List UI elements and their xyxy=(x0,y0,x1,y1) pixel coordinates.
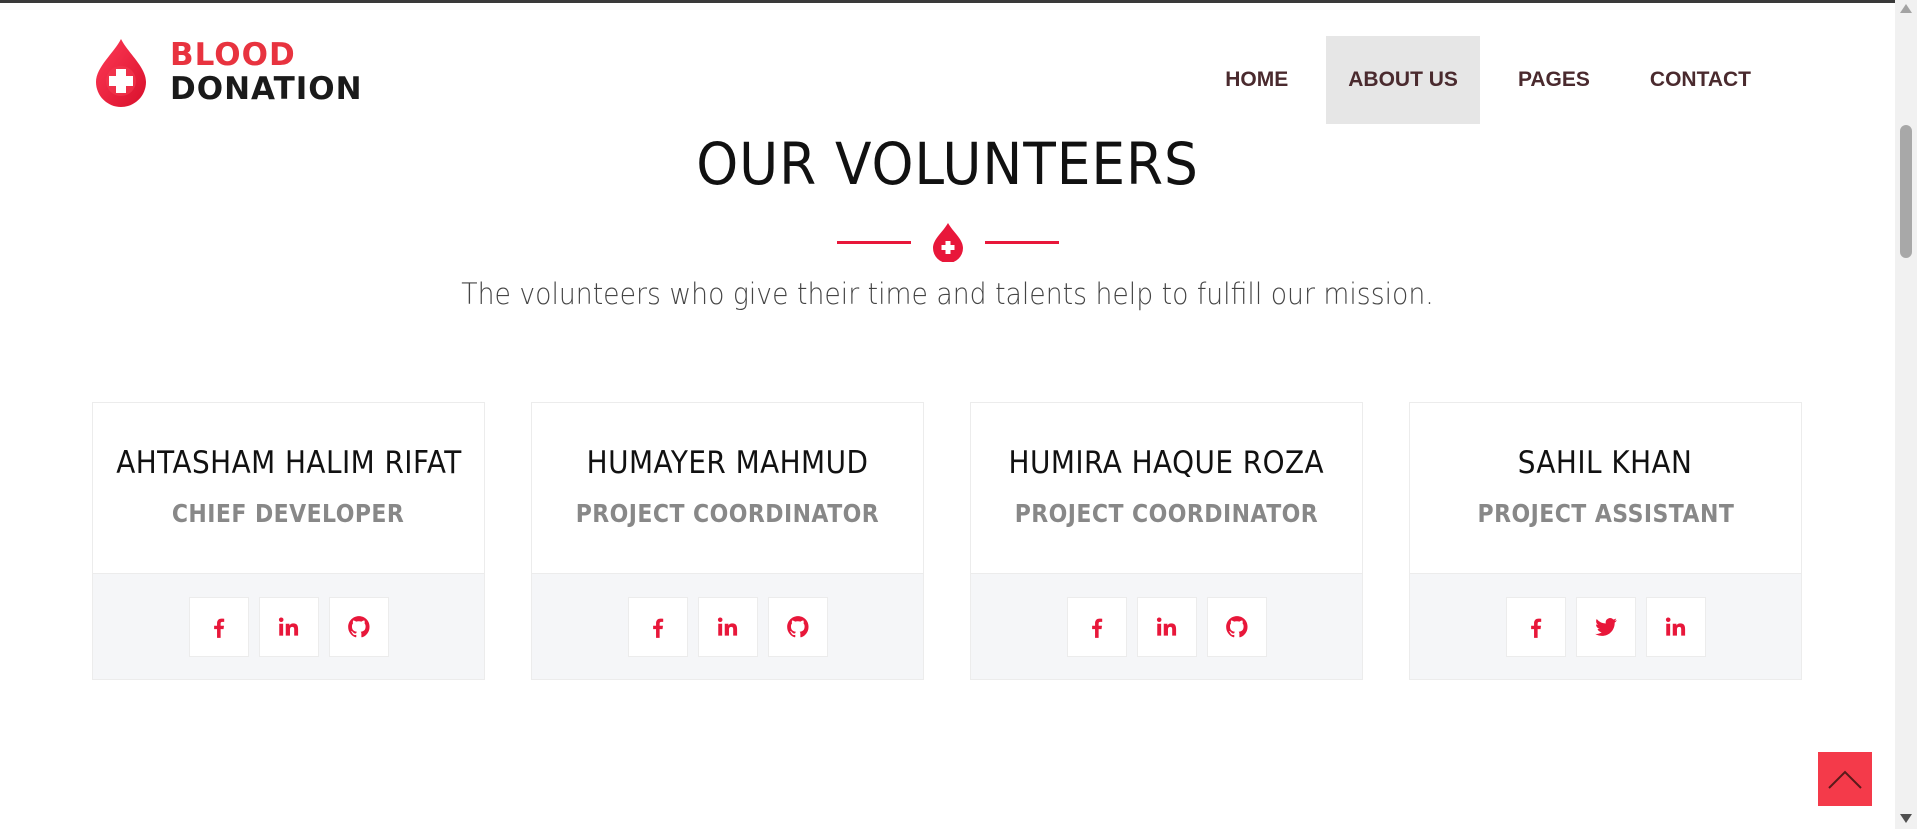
volunteer-card-info: SAHIL KHAN PROJECT ASSISTANT xyxy=(1410,403,1801,573)
linkedin-link[interactable] xyxy=(1645,596,1706,657)
linkedin-icon xyxy=(1665,616,1685,636)
volunteer-social-links xyxy=(1410,573,1801,679)
section-subtitle: The volunteers who give their time and t… xyxy=(461,277,1434,311)
twitter-link[interactable] xyxy=(1575,596,1636,657)
logo-line-2: DONATION xyxy=(170,71,363,107)
linkedin-icon xyxy=(1156,616,1176,636)
linkedin-link[interactable] xyxy=(1136,596,1197,657)
volunteer-card-info: HUMAYER MAHMUD PROJECT COORDINATOR xyxy=(532,403,923,573)
volunteer-name: SAHIL KHAN xyxy=(1518,445,1693,481)
volunteer-name: HUMAYER MAHMUD xyxy=(586,445,869,481)
blood-drop-icon xyxy=(932,223,963,262)
facebook-link[interactable] xyxy=(188,596,249,657)
nav-item-home[interactable]: HOME xyxy=(1203,36,1310,124)
nav-item-pages[interactable]: PAGES xyxy=(1496,36,1612,124)
scroll-up-arrow-icon[interactable] xyxy=(1900,4,1912,13)
nav-item-about-us[interactable]: ABOUT US xyxy=(1326,36,1480,124)
divider-line-left xyxy=(836,240,911,244)
github-link[interactable] xyxy=(1206,596,1267,657)
volunteer-card: HUMIRA HAQUE ROZA PROJECT COORDINATOR xyxy=(970,402,1363,680)
volunteer-card-info: HUMIRA HAQUE ROZA PROJECT COORDINATOR xyxy=(971,403,1362,573)
volunteer-card: HUMAYER MAHMUD PROJECT COORDINATOR xyxy=(531,402,924,680)
volunteer-social-links xyxy=(93,573,484,679)
github-icon xyxy=(786,615,809,637)
facebook-icon xyxy=(1530,618,1541,638)
volunteer-social-links xyxy=(971,573,1362,679)
volunteer-name: AHTASHAM HALIM RIFAT xyxy=(115,445,462,481)
volunteer-card-info: AHTASHAM HALIM RIFAT CHIEF DEVELOPER xyxy=(93,403,484,573)
main-nav: HOME ABOUT US PAGES CONTACT xyxy=(1187,36,1773,124)
volunteer-social-links xyxy=(532,573,923,679)
blood-drop-icon xyxy=(96,39,146,107)
github-link[interactable] xyxy=(328,596,389,657)
linkedin-link[interactable] xyxy=(258,596,319,657)
divider-line-right xyxy=(984,240,1059,244)
logo-text: BLOOD DONATION xyxy=(170,38,363,106)
facebook-icon xyxy=(652,618,663,638)
linkedin-icon xyxy=(278,616,298,636)
volunteer-role: PROJECT ASSISTANT xyxy=(1477,499,1734,528)
volunteer-card: SAHIL KHAN PROJECT ASSISTANT xyxy=(1409,402,1802,680)
volunteer-role: CHIEF DEVELOPER xyxy=(172,499,405,528)
volunteer-name: HUMIRA HAQUE ROZA xyxy=(1008,445,1325,481)
facebook-link[interactable] xyxy=(1066,596,1127,657)
site-header: BLOOD DONATION HOME ABOUT US PAGES CONTA… xyxy=(0,3,1895,128)
facebook-icon xyxy=(1091,618,1102,638)
scroll-down-arrow-icon[interactable] xyxy=(1900,814,1912,823)
back-to-top-button[interactable] xyxy=(1818,752,1872,806)
github-icon xyxy=(1225,615,1248,637)
twitter-icon xyxy=(1594,617,1617,636)
section-title: OUR VOLUNTEERS xyxy=(696,130,1199,198)
github-icon xyxy=(347,615,370,637)
linkedin-link[interactable] xyxy=(697,596,758,657)
facebook-icon xyxy=(213,618,224,638)
volunteer-cards: AHTASHAM HALIM RIFAT CHIEF DEVELOPER HUM… xyxy=(92,402,1802,680)
volunteer-role: PROJECT COORDINATOR xyxy=(575,499,880,528)
github-link[interactable] xyxy=(767,596,828,657)
volunteer-role: PROJECT COORDINATOR xyxy=(1014,499,1319,528)
facebook-link[interactable] xyxy=(627,596,688,657)
page-scrollbar[interactable] xyxy=(1895,0,1917,829)
logo-line-1: BLOOD xyxy=(170,37,296,73)
linkedin-icon xyxy=(717,616,737,636)
site-logo[interactable]: BLOOD DONATION xyxy=(92,37,363,107)
volunteer-card: AHTASHAM HALIM RIFAT CHIEF DEVELOPER xyxy=(92,402,485,680)
chevron-up-icon xyxy=(1828,770,1862,789)
section-divider xyxy=(0,222,1895,262)
facebook-link[interactable] xyxy=(1505,596,1566,657)
scrollbar-thumb[interactable] xyxy=(1900,125,1912,258)
nav-item-contact[interactable]: CONTACT xyxy=(1628,36,1773,124)
